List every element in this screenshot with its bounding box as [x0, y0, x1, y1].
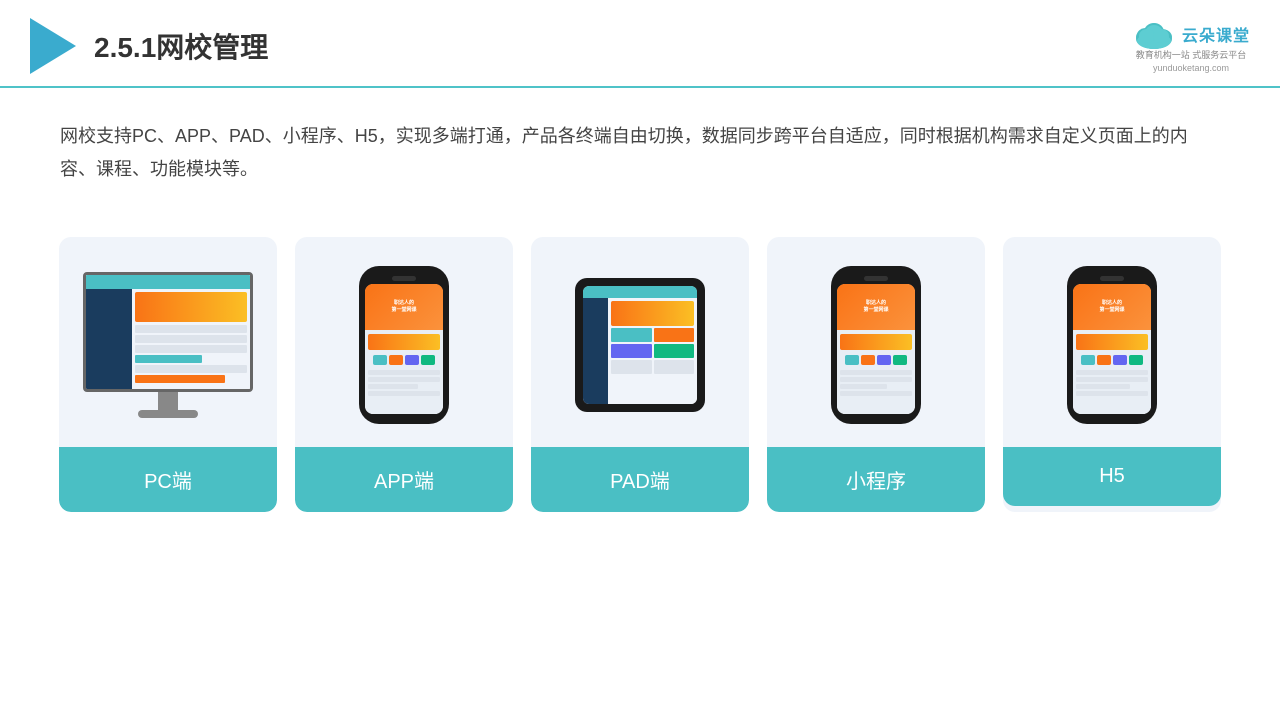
card-pad-label: PAD端: [531, 447, 749, 512]
phone-miniprogram-icon: 职达人的第一堂网课: [831, 266, 921, 424]
card-app-image: 职达人的第一堂网课: [295, 237, 513, 447]
card-pad-image: [531, 237, 749, 447]
header-left: 2.5.1网校管理: [30, 18, 268, 74]
card-miniprogram: 职达人的第一堂网课: [767, 237, 985, 512]
header-brand: 云朵课堂 教育机构一站 式服务云平台 yunduoketang.com: [1132, 19, 1250, 73]
card-pad: PAD端: [531, 237, 749, 512]
brand-tagline: 教育机构一站 式服务云平台: [1136, 49, 1247, 62]
brand-url: yunduoketang.com: [1153, 63, 1229, 73]
brand-name: 云朵课堂: [1182, 22, 1250, 46]
brand-logo: 云朵课堂: [1132, 19, 1250, 49]
card-miniprogram-image: 职达人的第一堂网课: [767, 237, 985, 447]
card-pc: PC端: [59, 237, 277, 512]
cloud-icon: [1132, 19, 1176, 49]
page-title: 2.5.1网校管理: [94, 26, 268, 66]
card-h5-label: H5: [1003, 447, 1221, 506]
card-app: 职达人的第一堂网课: [295, 237, 513, 512]
description-text: 网校支持PC、APP、PAD、小程序、H5，实现多端打通，产品各终端自由切换，数…: [0, 88, 1280, 207]
card-app-label: APP端: [295, 447, 513, 512]
cards-section: PC端 职达人的第一堂网课: [0, 217, 1280, 542]
header: 2.5.1网校管理 云朵课堂 教育机构一站 式服务: [0, 0, 1280, 88]
pc-monitor-icon: [78, 272, 258, 418]
logo-triangle-icon: [30, 18, 76, 74]
card-pc-image: [59, 237, 277, 447]
card-h5: 职达人的第一堂网课: [1003, 237, 1221, 512]
phone-app-icon: 职达人的第一堂网课: [359, 266, 449, 424]
phone-h5-icon: 职达人的第一堂网课: [1067, 266, 1157, 424]
pad-icon: [575, 278, 705, 412]
card-pc-label: PC端: [59, 447, 277, 512]
card-h5-image: 职达人的第一堂网课: [1003, 237, 1221, 447]
card-miniprogram-label: 小程序: [767, 447, 985, 512]
